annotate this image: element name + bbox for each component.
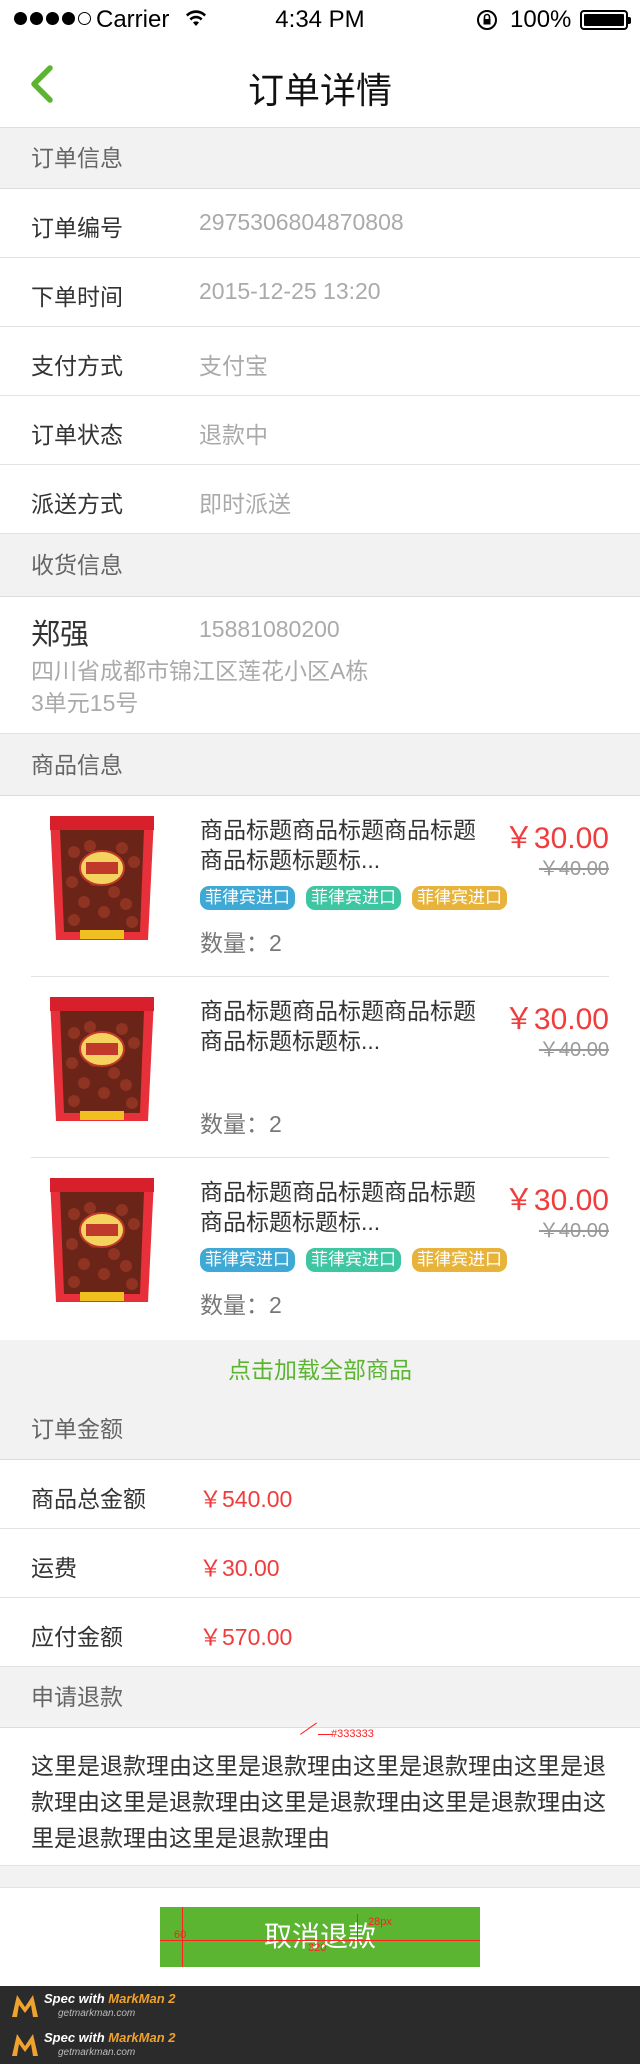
payment-method-value: 支付宝 (199, 353, 268, 379)
shipping-address-block: 郑强 15881080200 四川省成都市锦江区莲花小区A栋3单元15号 (0, 597, 640, 734)
product-quantity: 数量：2 (200, 930, 282, 956)
goods-total-row: 商品总金额 ￥540.00 (0, 1460, 640, 1529)
shipping-fee-row: 运费 ￥30.00 (0, 1529, 640, 1598)
product-item[interactable]: 商品标题商品标题商品标题商品标题标题标... ￥30.00 ￥40.00 数量：2 (0, 977, 640, 1158)
delivery-method-row: 派送方式 即时派送 (0, 465, 640, 534)
divider (0, 1866, 640, 1888)
order-info-heading: 订单信息 (0, 128, 640, 189)
origin-tag: 菲律宾进口 (306, 886, 401, 910)
bottom-action-bar: 取消退款 (0, 1888, 640, 1986)
product-quantity: 数量：2 (200, 1292, 282, 1318)
row-label: 派送方式 (31, 491, 123, 517)
recipient-phone: 15881080200 (199, 616, 340, 642)
recipient-address: 四川省成都市锦江区莲花小区A栋3单元15号 (31, 658, 369, 716)
origin-tag: 菲律宾进口 (200, 886, 295, 910)
markman-logo-icon (12, 2034, 38, 2056)
origin-tag: 菲律宾进口 (412, 886, 507, 910)
order-status-value: 退款中 (199, 422, 268, 448)
row-label: 订单状态 (31, 422, 123, 448)
product-price: ￥30.00 (503, 1184, 609, 1217)
markman-site: getmarkman.com (58, 2047, 136, 2058)
amount-due-value: ￥570.00 (199, 1624, 293, 1650)
cancel-refund-button[interactable]: 取消退款 (160, 1907, 480, 1967)
product-item[interactable]: 商品标题商品标题商品标题商品标题标题标... ￥30.00 ￥40.00 菲律宾进口菲… (0, 1158, 640, 1340)
row-label: 支付方式 (31, 353, 123, 379)
product-title: 商品标题商品标题商品标题商品标题标题标... (200, 1179, 476, 1235)
product-image (44, 1174, 160, 1308)
origin-tag: 菲律宾进口 (200, 1248, 295, 1272)
delivery-method-value: 即时派送 (199, 491, 291, 517)
row-label: 运费 (31, 1555, 77, 1581)
status-bar: Carrier 4:34 PM 100% (0, 0, 640, 40)
order-time-value: 2015-12-25 13:20 (199, 278, 381, 304)
annotation-width-label: 320 (308, 1942, 327, 1954)
markman-logo-icon (12, 1995, 38, 2017)
row-label: 下单时间 (31, 284, 123, 310)
payment-method-row: 支付方式 支付宝 (0, 327, 640, 396)
shipping-fee-value: ￥30.00 (199, 1555, 280, 1581)
product-price: ￥30.00 (503, 1003, 609, 1036)
product-image (44, 993, 160, 1127)
markman-site: getmarkman.com (58, 2008, 136, 2019)
product-info-heading: 商品信息 (0, 734, 640, 796)
order-number-row: 订单编号 2975306804870808 (0, 189, 640, 258)
refund-request-heading: 申请退款 (0, 1667, 640, 1728)
markman-prefix: Spec with (44, 1991, 109, 2006)
load-all-products-button[interactable]: 点击加载全部商品 (0, 1340, 640, 1400)
product-original-price: ￥40.00 (538, 1220, 609, 1242)
battery-icon (580, 10, 631, 30)
amount-due-row: 应付金额 ￥570.00 (0, 1598, 640, 1667)
origin-tag: 菲律宾进口 (412, 1248, 507, 1272)
product-image (44, 812, 160, 946)
order-status-row: 订单状态 退款中 (0, 396, 640, 465)
refund-reason-text: 这里是退款理由这里是退款理由这里是退款理由这里是退款理由这里是退款理由这里是退款… (0, 1728, 640, 1866)
order-time-row: 下单时间 2015-12-25 13:20 (0, 258, 640, 327)
markman-brand: MarkMan 2 (108, 1991, 176, 2006)
navigation-bar: 订单详情 (0, 40, 640, 128)
markman-prefix: Spec with (44, 2030, 109, 2045)
markman-watermark: Spec with MarkMan 2 getmarkman.com (0, 1986, 640, 2025)
product-quantity: 数量：2 (200, 1111, 282, 1137)
row-label: 应付金额 (31, 1624, 123, 1650)
shipping-info-heading: 收货信息 (0, 534, 640, 597)
product-price: ￥30.00 (503, 822, 609, 855)
markman-watermark: Spec with MarkMan 2 getmarkman.com (0, 2025, 640, 2064)
annotation-color-label: #333333 (331, 1728, 374, 1740)
product-title: 商品标题商品标题商品标题商品标题标题标... (200, 998, 476, 1054)
product-original-price: ￥40.00 (538, 858, 609, 880)
rotation-lock-icon (477, 10, 497, 30)
origin-tag: 菲律宾进口 (306, 1248, 401, 1272)
markman-brand: MarkMan 2 (108, 2030, 176, 2045)
product-tags: 菲律宾进口 菲律宾进口 菲律宾进口 (200, 1248, 507, 1272)
order-amount-heading: 订单金额 (0, 1400, 640, 1460)
annotation-fontsize-label: 28px (368, 1916, 392, 1928)
goods-total-value: ￥540.00 (199, 1486, 293, 1512)
annotation-width-line (160, 1940, 480, 1941)
order-number-value: 2975306804870808 (199, 209, 404, 235)
product-original-price: ￥40.00 (538, 1039, 609, 1061)
row-label: 订单编号 (31, 215, 123, 241)
page-title: 订单详情 (247, 70, 392, 111)
annotation-fontsize-line (357, 1914, 358, 1940)
product-item[interactable]: 商品标题商品标题商品标题商品标题标题标... ￥30.00 ￥40.00 菲律宾进口菲… (0, 796, 640, 977)
recipient-name: 郑强 (31, 619, 90, 651)
product-title: 商品标题商品标题商品标题商品标题标题标... (200, 817, 476, 873)
row-label: 商品总金额 (31, 1486, 146, 1512)
annotation-leader-line (318, 1734, 332, 1735)
battery-percentage: 100% (510, 6, 572, 33)
product-tags: 菲律宾进口 菲律宾进口 菲律宾进口 (200, 886, 507, 910)
